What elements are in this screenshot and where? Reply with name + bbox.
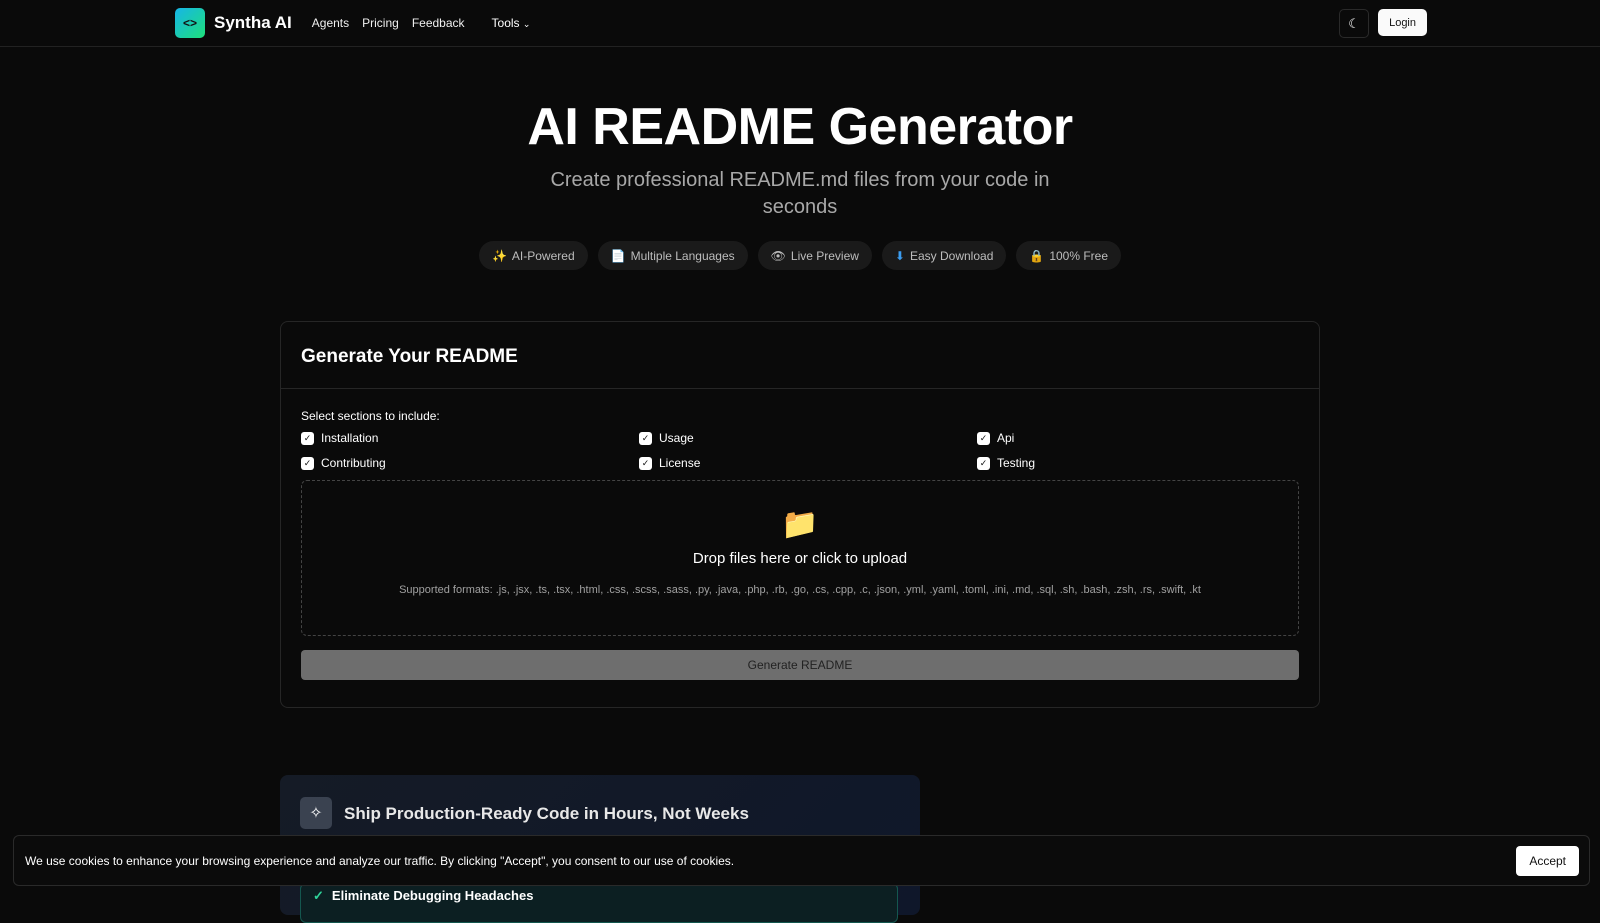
cookie-banner: We use cookies to enhance your browsing … — [13, 835, 1590, 886]
sections-label: Select sections to include: — [301, 409, 440, 423]
feature-pills: ✨ AI-Powered 📄 Multiple Languages 👁 Live Pr… — [0, 241, 1600, 270]
check-icon: ✓ — [977, 456, 990, 470]
sparkles-icon: ✧ — [300, 797, 332, 829]
checkbox-installation[interactable]: ✓ Installation — [301, 431, 639, 445]
supported-formats: Supported formats: .js, .jsx, .ts, .tsx,… — [399, 584, 1201, 596]
pill-preview: 👁 Live Preview — [757, 241, 872, 270]
pill-label: Live Preview — [790, 248, 859, 263]
checkbox-contributing[interactable]: ✓ Contributing — [301, 456, 639, 470]
promo-item: ✓ Eliminate Debugging Headaches — [300, 883, 898, 923]
top-nav: <> Syntha AI Agents Pricing Feedback Too… — [0, 0, 1600, 47]
theme-toggle-button[interactable]: ☾ — [1339, 9, 1370, 38]
file-dropzone[interactable]: 📁 Drop files here or click to upload Sup… — [301, 480, 1299, 636]
page-title: AI README Generator — [527, 98, 1073, 156]
nav-tools-dropdown[interactable]: Tools ⌄ — [492, 16, 531, 30]
page-subtitle: Create professional README.md files from… — [550, 169, 1050, 218]
check-icon: ✓ — [301, 456, 314, 470]
check-icon: ✓ — [301, 431, 314, 445]
checkbox-label: Api — [997, 431, 1015, 445]
checkbox-label: Contributing — [321, 456, 386, 470]
login-button[interactable]: Login — [1378, 9, 1427, 36]
pill-label: AI-Powered — [511, 248, 575, 263]
promo-title: Ship Production-Ready Code in Hours, Not… — [344, 804, 749, 823]
document-icon: 📄 — [610, 248, 626, 263]
moon-icon: ☾ — [1348, 15, 1360, 31]
checkbox-testing[interactable]: ✓ Testing — [977, 456, 1315, 470]
check-icon: ✓ — [639, 456, 652, 470]
nav-pricing[interactable]: Pricing — [362, 16, 399, 30]
checkbox-usage[interactable]: ✓ Usage — [639, 431, 977, 445]
check-icon: ✓ — [639, 431, 652, 445]
lock-icon: 🔒 — [1029, 248, 1045, 263]
card-title: Generate Your README — [281, 322, 1319, 389]
dropzone-text: Drop files here or click to upload — [692, 550, 908, 567]
pill-languages: 📄 Multiple Languages — [597, 241, 748, 270]
checkbox-label: License — [659, 456, 701, 470]
chevron-down-icon: ⌄ — [522, 19, 531, 29]
checkbox-label: Testing — [997, 456, 1036, 470]
logo-icon[interactable]: <> — [175, 8, 205, 38]
pill-ai-powered: ✨ AI-Powered — [478, 241, 588, 270]
cookie-text: We use cookies to enhance your browsing … — [25, 853, 735, 868]
pill-free: 🔒 100% Free — [1016, 241, 1122, 270]
nav-feedback[interactable]: Feedback — [412, 16, 465, 30]
checkbox-label: Installation — [321, 431, 379, 445]
tools-label: Tools — [491, 16, 520, 30]
pill-label: Multiple Languages — [630, 248, 735, 263]
pill-label: 100% Free — [1049, 248, 1109, 263]
brand-name[interactable]: Syntha AI — [214, 13, 292, 33]
checkbox-label: Usage — [659, 431, 694, 445]
checkbox-license[interactable]: ✓ License — [639, 456, 977, 470]
eye-icon: 👁 — [770, 248, 786, 263]
pill-label: Easy Download — [909, 248, 994, 263]
sparkle-icon: ✨ — [491, 248, 507, 263]
promo-item-label: Eliminate Debugging Headaches — [331, 888, 534, 903]
pill-download: ⬇ Easy Download — [881, 241, 1007, 270]
generate-readme-button[interactable]: Generate README — [301, 650, 1299, 680]
nav-agents[interactable]: Agents — [312, 16, 349, 30]
check-circle-icon: ✓ — [313, 888, 324, 903]
folder-icon: 📁 — [781, 508, 819, 541]
accept-cookies-button[interactable]: Accept — [1516, 846, 1579, 876]
checkbox-api[interactable]: ✓ Api — [977, 431, 1315, 445]
generator-card: Generate Your README Select sections to … — [280, 321, 1320, 708]
download-icon: ⬇ — [894, 248, 905, 263]
check-icon: ✓ — [977, 431, 990, 445]
